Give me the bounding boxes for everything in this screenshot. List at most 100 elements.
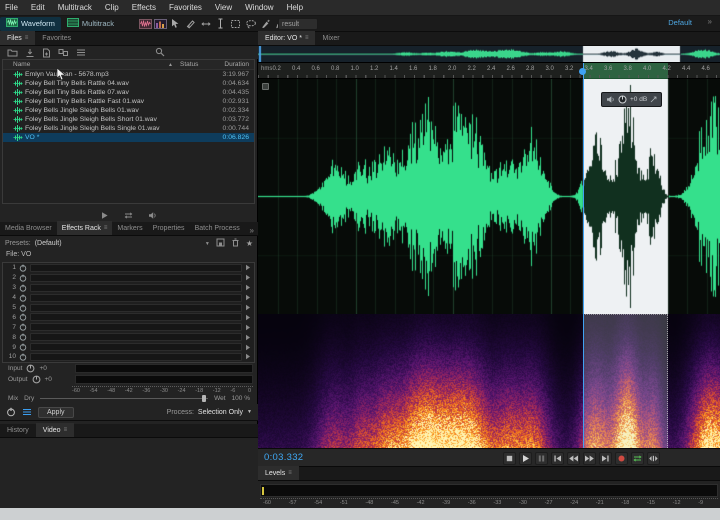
file-row[interactable]: Foley Bells Jingle Sleigh Bells Short 01… <box>3 115 254 124</box>
slot-power-icon[interactable] <box>19 294 27 302</box>
panel-menu-icon[interactable]: ≡ <box>305 35 309 41</box>
workspace-switcher[interactable]: Default <box>668 18 692 27</box>
overview-navigator-canvas[interactable] <box>258 46 720 63</box>
column-status[interactable]: Status <box>180 61 212 68</box>
slot-effect-field[interactable] <box>30 264 242 272</box>
panel-menu-icon[interactable]: ≡ <box>104 225 108 231</box>
rack-power-icon[interactable] <box>6 407 16 417</box>
presets-dropdown-icon[interactable]: ▼ <box>205 241 210 247</box>
preview-play-icon[interactable] <box>100 211 109 220</box>
tab-batch-process[interactable]: Batch Process <box>190 221 245 235</box>
time-display[interactable]: 0:03.332 <box>258 452 303 463</box>
menu-multitrack[interactable]: Multitrack <box>58 3 92 12</box>
slot-menu-arrow-icon[interactable] <box>245 294 251 301</box>
timeline-ruler[interactable]: hms 0.20.40.60.81.01.21.41.61.82.02.22.4… <box>258 63 720 79</box>
file-row[interactable]: Foley Bells Jingle Sleigh Bells 01.wav0:… <box>3 106 254 115</box>
search-icon[interactable] <box>155 47 165 57</box>
playhead-line[interactable] <box>583 63 584 448</box>
menu-file[interactable]: File <box>5 3 18 12</box>
presets-value[interactable]: (Default) <box>35 240 62 247</box>
file-row[interactable]: Emlyn Vaughan - 5678.mp33:19.967 <box>3 70 254 79</box>
razor-tool-icon[interactable] <box>184 17 197 30</box>
panel-menu-icon[interactable]: ≡ <box>25 35 29 41</box>
tab-effects-rack[interactable]: Effects Rack ≡ <box>57 221 113 235</box>
slot-effect-field[interactable] <box>30 323 242 331</box>
menu-effects[interactable]: Effects <box>132 3 156 12</box>
rewind-button[interactable] <box>567 452 580 465</box>
move-tool-icon[interactable] <box>169 17 182 30</box>
slot-effect-field[interactable] <box>30 304 242 312</box>
process-dropdown[interactable]: Process: Selection Only ▼ <box>167 409 252 416</box>
skip-to-end-button[interactable] <box>599 452 612 465</box>
workspace-overflow-icon[interactable]: » <box>708 17 712 26</box>
waveform-view-icon[interactable] <box>139 17 152 30</box>
play-button[interactable] <box>519 452 532 465</box>
slot-menu-arrow-icon[interactable] <box>245 314 251 321</box>
lasso-selection-tool-icon[interactable] <box>244 17 257 30</box>
preview-loop-icon[interactable] <box>123 211 134 220</box>
tab-overflow-icon[interactable]: » <box>250 226 258 235</box>
stop-button[interactable] <box>503 452 516 465</box>
hud-gain-knob[interactable] <box>618 95 627 104</box>
slot-power-icon[interactable] <box>19 274 27 282</box>
file-row[interactable]: VO *0:06.826 <box>3 133 254 142</box>
slot-effect-field[interactable] <box>30 333 242 341</box>
slot-menu-arrow-icon[interactable] <box>245 324 251 331</box>
menu-help[interactable]: Help <box>287 3 303 12</box>
preview-auto-play-speaker-icon[interactable] <box>148 211 158 220</box>
panel-menu-icon[interactable]: ≡ <box>288 470 292 476</box>
slot-power-icon[interactable] <box>19 333 27 341</box>
slot-power-icon[interactable] <box>19 264 27 272</box>
slot-menu-arrow-icon[interactable] <box>245 264 251 271</box>
panel-menu-icon[interactable]: ≡ <box>64 427 68 433</box>
mix-slider[interactable] <box>40 398 208 399</box>
slot-menu-arrow-icon[interactable] <box>245 304 251 311</box>
rack-toggle-icon[interactable] <box>22 407 32 417</box>
slot-menu-arrow-icon[interactable] <box>245 284 251 291</box>
slot-effect-field[interactable] <box>30 284 242 292</box>
tab-video[interactable]: Video ≡ <box>36 423 74 437</box>
column-name[interactable]: Name <box>3 61 168 68</box>
slot-power-icon[interactable] <box>19 313 27 321</box>
slot-power-icon[interactable] <box>19 353 27 361</box>
tab-editor[interactable]: Editor: VO * ≡ <box>258 31 315 45</box>
file-row[interactable]: Foley Bell Tiny Bells Rattle 07.wav0:04.… <box>3 88 254 97</box>
tab-levels[interactable]: Levels ≡ <box>258 466 299 480</box>
input-gain-knob[interactable] <box>26 364 35 373</box>
paintbrush-tool-icon[interactable] <box>259 17 272 30</box>
menu-clip[interactable]: Clip <box>105 3 119 12</box>
tab-media-browser[interactable]: Media Browser <box>0 221 57 235</box>
slot-menu-arrow-icon[interactable] <box>245 344 251 351</box>
waveform-editor-canvas[interactable] <box>258 79 720 314</box>
toolbar-search-input[interactable]: result <box>278 18 318 30</box>
slot-power-icon[interactable] <box>19 284 27 292</box>
slot-menu-arrow-icon[interactable] <box>245 274 251 281</box>
slot-effect-field[interactable] <box>30 274 242 282</box>
column-duration[interactable]: Duration <box>212 61 254 68</box>
slot-power-icon[interactable] <box>19 343 27 351</box>
list-view-icon[interactable] <box>76 48 86 58</box>
waveform-view-button[interactable]: Waveform <box>0 17 61 31</box>
menu-favorites[interactable]: Favorites <box>169 3 202 12</box>
skip-selection-button[interactable] <box>647 452 660 465</box>
sort-ascending-icon[interactable]: ▲ <box>168 62 180 68</box>
slot-power-icon[interactable] <box>19 304 27 312</box>
hud-expand-icon[interactable] <box>650 96 657 103</box>
time-selection-tool-icon[interactable] <box>214 17 227 30</box>
save-preset-icon[interactable] <box>216 238 225 249</box>
slot-menu-arrow-icon[interactable] <box>245 334 251 341</box>
media-type-icon[interactable] <box>58 48 69 58</box>
output-gain-knob[interactable] <box>32 375 41 384</box>
slot-power-icon[interactable] <box>19 323 27 331</box>
file-row[interactable]: Foley Bell Tiny Bells Rattle Fast 01.wav… <box>3 97 254 106</box>
menu-window[interactable]: Window <box>245 3 273 12</box>
delete-preset-icon[interactable] <box>231 238 240 249</box>
menu-edit[interactable]: Edit <box>31 3 45 12</box>
playhead-handle[interactable] <box>579 68 586 75</box>
tab-favorites[interactable]: Favorites <box>35 31 78 45</box>
view-corner-icon[interactable] <box>262 83 269 90</box>
pause-button[interactable] <box>535 452 548 465</box>
tab-properties[interactable]: Properties <box>148 221 190 235</box>
slot-effect-field[interactable] <box>30 294 242 302</box>
slip-tool-icon[interactable] <box>199 17 212 30</box>
